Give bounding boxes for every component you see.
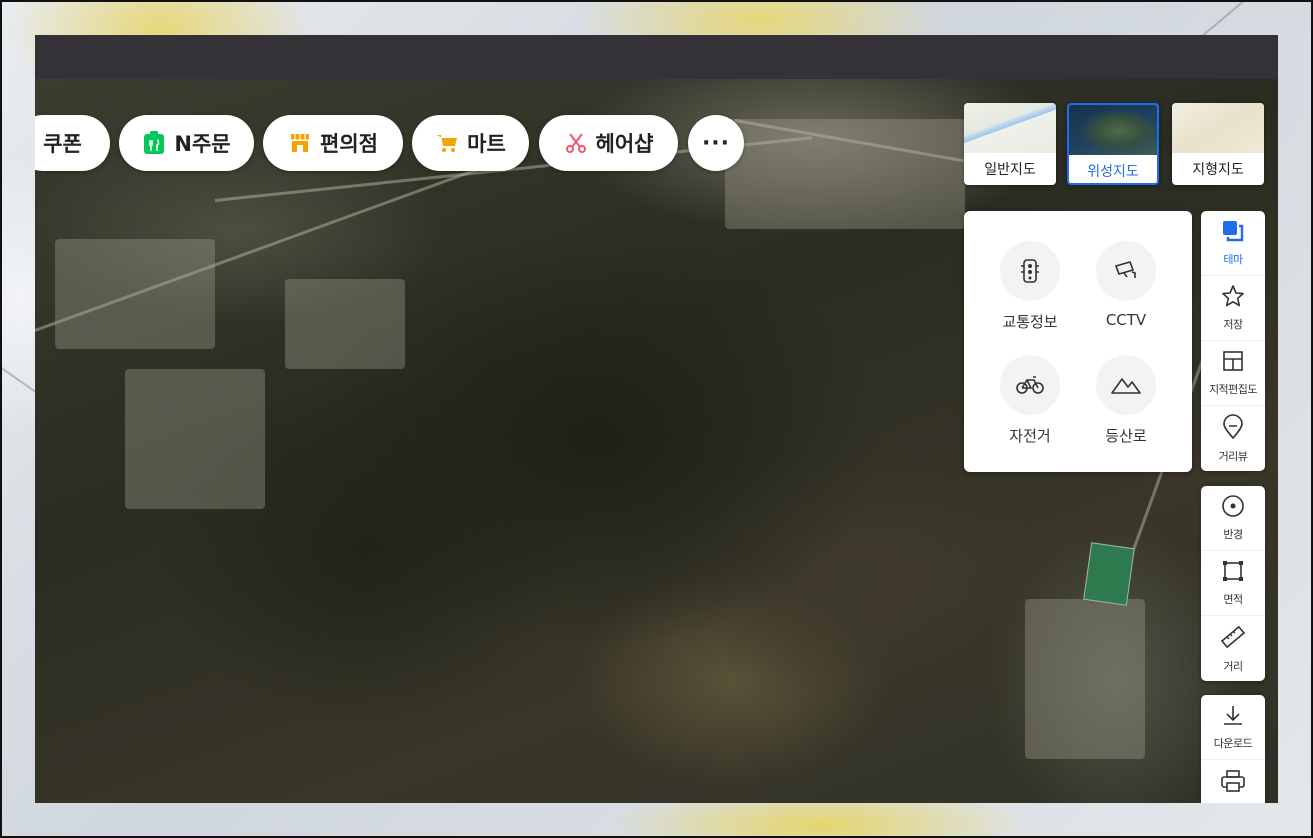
- cadastral-map-icon: [1221, 349, 1245, 377]
- maptype-label: 일반지도: [984, 162, 1036, 178]
- toolbar-group-layers: 테마 저장 지적편집도 거리뷰: [1201, 211, 1265, 471]
- maptype-normal[interactable]: 일반지도: [964, 103, 1056, 185]
- chip-n-order[interactable]: N주문: [119, 115, 254, 171]
- tool-save[interactable]: 저장: [1201, 276, 1265, 341]
- tool-download[interactable]: 다운로드: [1201, 695, 1265, 760]
- chip-label: 헤어샵: [595, 132, 654, 156]
- maptype-label: 지형지도: [1192, 162, 1244, 178]
- toolbar-group-export: 다운로드 인쇄: [1201, 695, 1265, 803]
- layers-icon: [1221, 219, 1245, 247]
- theme-panel: 교통정보 CCTV 자전거 등산로: [964, 211, 1192, 472]
- theme-traffic[interactable]: 교통정보: [982, 241, 1078, 341]
- chip-hair-shop[interactable]: 헤어샵: [539, 115, 678, 171]
- normal-map-thumbnail: [964, 103, 1056, 153]
- order-icon: [142, 131, 166, 155]
- star-icon: [1221, 284, 1245, 312]
- tool-label: 거리뷰: [1218, 449, 1248, 463]
- chip-label: N주문: [174, 132, 231, 156]
- map-app-window: 쿠폰 N주문 편의점 마트 헤어샵 ··· 일반지도 위성지도 지형지도 교통정…: [35, 35, 1278, 803]
- tool-label: 거리: [1223, 659, 1243, 673]
- toolbar-group-measure: 반경 면적 거리: [1201, 486, 1265, 681]
- print-icon: [1220, 769, 1246, 797]
- chip-coupon[interactable]: 쿠폰: [35, 115, 110, 171]
- maptype-label: 위성지도: [1087, 164, 1139, 180]
- top-bar: [35, 35, 1278, 80]
- tool-label: 지적편집도: [1208, 383, 1258, 396]
- chip-convenience-store[interactable]: 편의점: [263, 115, 403, 171]
- chip-more[interactable]: ···: [688, 115, 744, 171]
- more-icon: ···: [701, 130, 731, 156]
- theme-label: 자전거: [1009, 427, 1051, 445]
- area-icon: [1221, 559, 1245, 587]
- maptype-terrain[interactable]: 지형지도: [1172, 103, 1264, 185]
- cart-icon: [435, 131, 459, 155]
- terrain-map-thumbnail: [1172, 103, 1264, 153]
- tool-area[interactable]: 면적: [1201, 551, 1265, 616]
- streetview-pin-icon: [1221, 413, 1245, 444]
- chip-mart[interactable]: 마트: [412, 115, 529, 171]
- download-icon: [1221, 703, 1245, 731]
- convenience-store-icon: [288, 131, 312, 155]
- theme-bicycle[interactable]: 자전거: [982, 355, 1078, 455]
- chip-label: 쿠폰: [43, 132, 82, 156]
- chip-label: 편의점: [320, 132, 378, 156]
- theme-label: 교통정보: [1002, 313, 1058, 331]
- tool-label: 테마: [1223, 253, 1243, 266]
- tool-label: 인쇄: [1223, 801, 1243, 804]
- tool-label: 면적: [1223, 593, 1243, 606]
- tool-streetview[interactable]: 거리뷰: [1201, 406, 1265, 471]
- radius-icon: [1221, 494, 1245, 522]
- bicycle-icon: [1000, 355, 1060, 415]
- cctv-icon: [1096, 241, 1156, 301]
- theme-cctv[interactable]: CCTV: [1078, 241, 1174, 341]
- tool-label: 저장: [1223, 318, 1243, 331]
- theme-hiking-trail[interactable]: 등산로: [1078, 355, 1174, 455]
- tool-print[interactable]: 인쇄: [1201, 760, 1265, 803]
- mountain-icon: [1096, 355, 1156, 415]
- tool-theme[interactable]: 테마: [1201, 211, 1265, 276]
- traffic-light-icon: [1000, 241, 1060, 301]
- ruler-icon: [1220, 624, 1246, 654]
- theme-label: 등산로: [1105, 427, 1147, 445]
- scissors-icon: [564, 131, 588, 155]
- chip-label: 마트: [467, 132, 506, 156]
- tool-cadastral-map[interactable]: 지적편집도: [1201, 341, 1265, 406]
- tool-label: 다운로드: [1213, 737, 1253, 750]
- tool-distance[interactable]: 거리: [1201, 616, 1265, 681]
- theme-label: CCTV: [1105, 311, 1147, 329]
- tool-label: 반경: [1223, 528, 1243, 541]
- satellite-map-thumbnail: [1069, 105, 1157, 155]
- maptype-satellite[interactable]: 위성지도: [1067, 103, 1159, 185]
- tool-radius[interactable]: 반경: [1201, 486, 1265, 551]
